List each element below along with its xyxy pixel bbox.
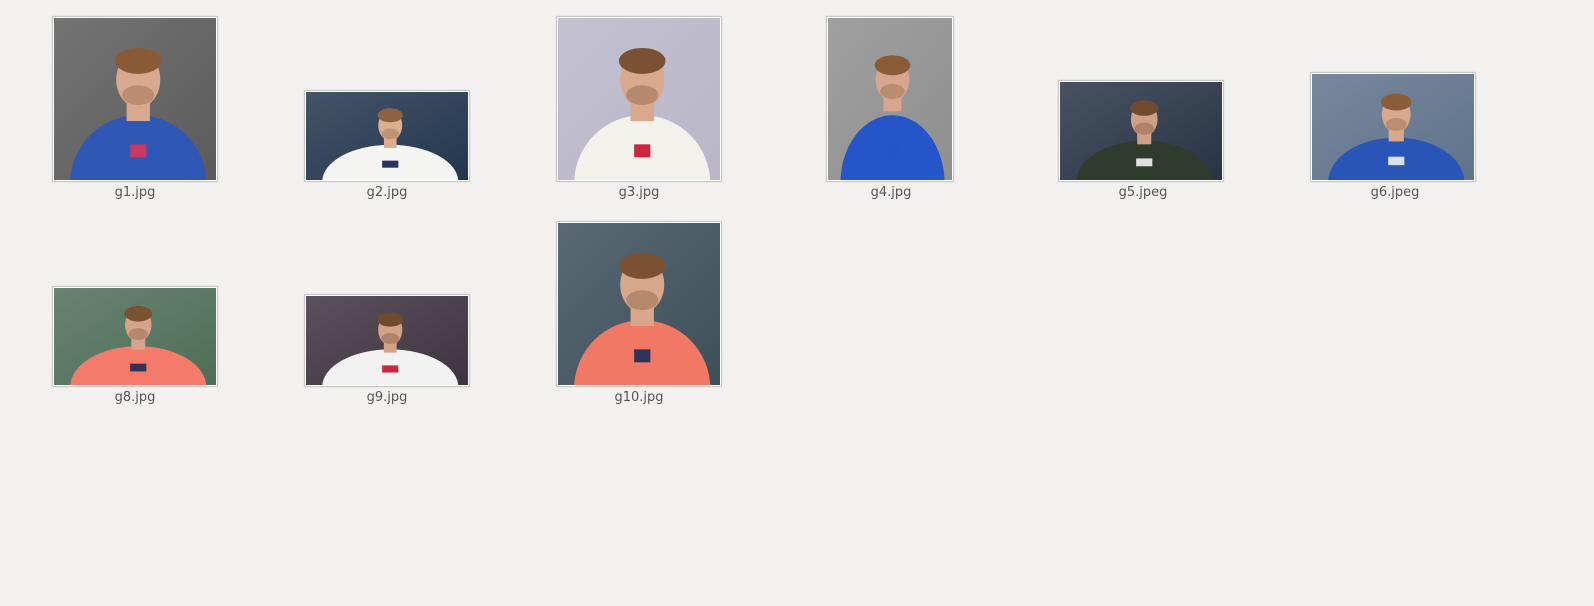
file-item-g8[interactable]: g8.jpg	[9, 221, 261, 411]
file-name[interactable]: g8.jpg	[9, 390, 261, 406]
thumbnail-g6[interactable]	[1310, 72, 1476, 182]
photo-thumbnail-icon	[558, 18, 720, 180]
file-name[interactable]: g1.jpg	[9, 185, 261, 201]
thumbnail-g4[interactable]	[826, 16, 954, 182]
photo-thumbnail-icon	[306, 92, 468, 180]
file-item-g3[interactable]: g3.jpg	[513, 16, 765, 206]
file-name[interactable]: g5.jpeg	[1017, 185, 1269, 201]
file-name[interactable]: g6.jpeg	[1269, 185, 1521, 201]
file-item-g9[interactable]: g9.jpg	[261, 221, 513, 411]
thumbnail-g10[interactable]	[556, 221, 722, 387]
file-name[interactable]: g2.jpg	[261, 185, 513, 201]
photo-thumbnail-icon	[558, 223, 720, 385]
thumbnail-g9[interactable]	[304, 294, 470, 387]
file-name[interactable]: g9.jpg	[261, 390, 513, 406]
thumbnail-g5[interactable]	[1058, 80, 1224, 182]
photo-thumbnail-icon	[54, 18, 216, 180]
thumbnail-g1[interactable]	[52, 16, 218, 182]
file-item-g1[interactable]: g1.jpg	[9, 16, 261, 206]
file-item-g2[interactable]: g2.jpg	[261, 16, 513, 206]
photo-thumbnail-icon	[1060, 82, 1222, 180]
photo-thumbnail-icon	[306, 296, 468, 385]
photo-thumbnail-icon	[1312, 74, 1474, 180]
file-name[interactable]: g4.jpg	[765, 185, 1017, 201]
photo-thumbnail-icon	[828, 18, 952, 180]
file-item-g4[interactable]: g4.jpg	[765, 16, 1017, 206]
icon-view: g1.jpg g2.jpg g3.jpg g4.jpg g5.jpeg g6.j…	[0, 0, 1594, 606]
thumbnail-g8[interactable]	[52, 286, 218, 387]
thumbnail-g3[interactable]	[556, 16, 722, 182]
file-item-g6[interactable]: g6.jpeg	[1269, 16, 1521, 206]
photo-thumbnail-icon	[54, 288, 216, 385]
file-item-g5[interactable]: g5.jpeg	[1017, 16, 1269, 206]
thumbnail-g2[interactable]	[304, 90, 470, 182]
file-item-g10[interactable]: g10.jpg	[513, 221, 765, 411]
file-name[interactable]: g3.jpg	[513, 185, 765, 201]
file-name[interactable]: g10.jpg	[513, 390, 765, 406]
